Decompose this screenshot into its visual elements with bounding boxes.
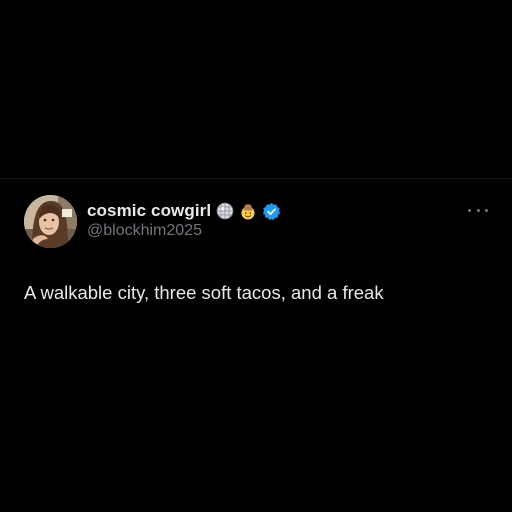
disco-ball-icon: [216, 202, 234, 220]
more-dot: [476, 208, 480, 212]
avatar[interactable]: [24, 195, 77, 248]
avatar-photo: [24, 195, 77, 248]
tweet-text: A walkable city, three soft tacos, and a…: [24, 282, 384, 303]
verified-badge-icon[interactable]: [262, 202, 281, 221]
author-name-row: cosmic cowgirl: [87, 199, 281, 223]
tweet-card[interactable]: cosmic cowgirl @blockhim2025 A walkable …: [0, 178, 512, 329]
cowboy-face-icon: [239, 202, 257, 220]
more-dot: [468, 208, 471, 212]
more-dot: [485, 208, 488, 212]
author-handle[interactable]: @blockhim2025: [87, 222, 202, 240]
more-horizontal-icon[interactable]: [468, 205, 488, 215]
author-display-name[interactable]: cosmic cowgirl: [87, 201, 211, 221]
